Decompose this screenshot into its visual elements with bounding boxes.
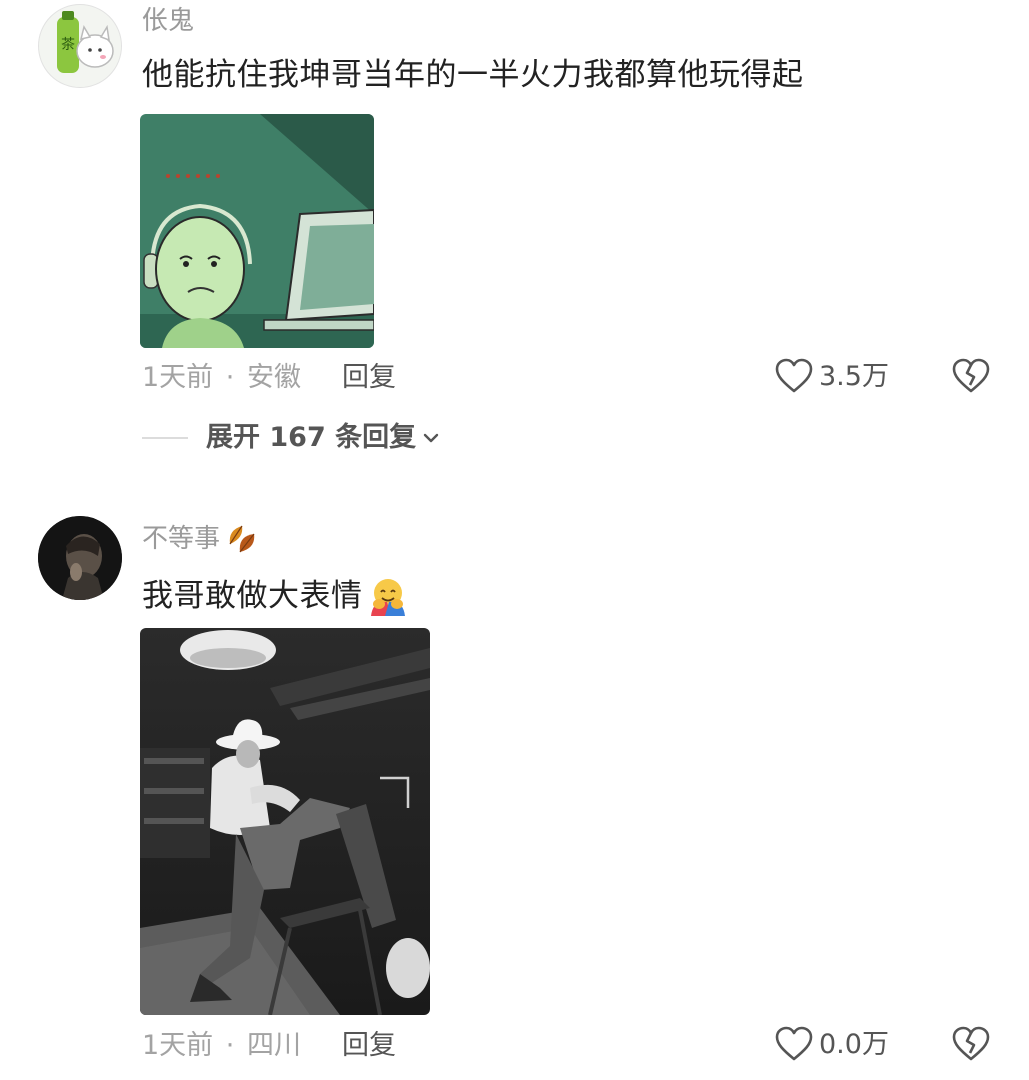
dislike-button[interactable] <box>952 358 990 394</box>
svg-text:茶: 茶 <box>61 37 75 53</box>
reply-button[interactable]: 回复 <box>342 364 396 391</box>
comment-location: 安徽 <box>246 362 301 393</box>
like-count: 0.0万 <box>819 1028 889 1060</box>
expand-replies[interactable]: 展开 167 条回复 <box>142 424 440 451</box>
avatar[interactable]: 茶 <box>38 4 122 88</box>
username[interactable]: 不等事 <box>142 526 220 552</box>
fallen-leaf-emoji-icon <box>224 522 262 556</box>
comment-meta: 1天前 · 四川 <box>142 1032 301 1059</box>
like-count: 3.5万 <box>819 360 889 392</box>
reply-button[interactable]: 回复 <box>342 1032 396 1059</box>
comment-text: 他能抗住我坤哥当年的一半火力我都算他玩得起 <box>142 57 804 93</box>
meta-separator: · <box>225 362 235 393</box>
like-button[interactable]: 3.5万 <box>775 358 889 394</box>
expand-divider <box>142 436 188 439</box>
comment-image[interactable] <box>140 114 374 348</box>
heart-icon <box>775 358 813 394</box>
chevron-down-icon <box>422 431 440 445</box>
green-meme-face-at-computer-icon <box>140 114 374 348</box>
comment-time: 1天前 <box>142 362 214 393</box>
comment-image[interactable] <box>140 628 430 1015</box>
username-row: 不等事 <box>142 522 262 556</box>
broken-heart-icon <box>952 1026 990 1062</box>
tea-bottle-cat-avatar-icon: 茶 <box>39 5 121 87</box>
comment-location: 四川 <box>246 1030 301 1061</box>
like-button[interactable]: 0.0万 <box>775 1026 889 1062</box>
dislike-button[interactable] <box>952 1026 990 1062</box>
broken-heart-icon <box>952 358 990 394</box>
dark-portrait-avatar-icon <box>38 516 122 600</box>
expand-replies-label: 展开 167 条回复 <box>206 422 417 453</box>
meta-separator: · <box>225 1030 235 1061</box>
comment-text: 我哥敢做大表情 <box>142 577 363 614</box>
username[interactable]: 伥鬼 <box>142 8 194 34</box>
comment-time: 1天前 <box>142 1030 214 1061</box>
heart-icon <box>775 1026 813 1062</box>
avatar[interactable] <box>38 516 122 600</box>
comment-text-row: 我哥敢做大表情 <box>142 576 409 616</box>
bw-photo-man-cowboy-hat-icon <box>140 628 430 1015</box>
hugging-face-emoji-icon <box>367 576 409 616</box>
comment-meta: 1天前 · 安徽 <box>142 364 301 391</box>
